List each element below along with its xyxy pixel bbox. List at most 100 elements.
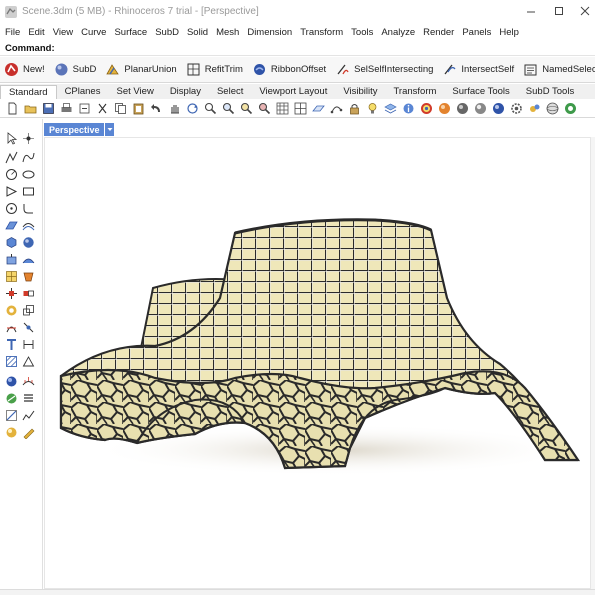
- planarunion-button[interactable]: PlanarUnion: [101, 60, 181, 80]
- minimize-icon[interactable]: [524, 4, 538, 18]
- split-icon[interactable]: [22, 321, 35, 334]
- menu-edit[interactable]: Edit: [24, 27, 48, 38]
- select-arrow-icon[interactable]: [5, 132, 18, 145]
- box-icon[interactable]: [5, 236, 18, 249]
- new-file-icon[interactable]: [6, 102, 19, 115]
- text-icon[interactable]: [5, 338, 18, 351]
- offset-curve-icon[interactable]: [22, 219, 35, 232]
- menu-render[interactable]: Render: [419, 27, 458, 38]
- menu-dimension[interactable]: Dimension: [243, 27, 296, 38]
- help-icon[interactable]: [564, 102, 577, 115]
- properties-icon[interactable]: [402, 102, 415, 115]
- tab-visibility[interactable]: Visibility: [335, 85, 385, 99]
- material-sphere-icon[interactable]: [492, 102, 505, 115]
- pan-hand-icon[interactable]: [168, 102, 181, 115]
- loft-icon[interactable]: [22, 253, 35, 266]
- render-icon[interactable]: [438, 102, 451, 115]
- select-points-icon[interactable]: [330, 102, 343, 115]
- zoom-window-icon[interactable]: [222, 102, 235, 115]
- copy-icon[interactable]: [114, 102, 127, 115]
- menu-transform[interactable]: Transform: [296, 27, 347, 38]
- drafting-icon[interactable]: [22, 426, 35, 439]
- menu-mesh[interactable]: Mesh: [212, 27, 243, 38]
- maximize-icon[interactable]: [552, 4, 566, 18]
- tab-viewport-layout[interactable]: Viewport Layout: [251, 85, 335, 99]
- perspective-viewport[interactable]: [44, 137, 591, 589]
- save-icon[interactable]: [42, 102, 55, 115]
- rotate-icon[interactable]: [5, 304, 18, 317]
- grid-icon[interactable]: [276, 102, 289, 115]
- rendered-sphere-icon[interactable]: [474, 102, 487, 115]
- trim-icon[interactable]: [5, 321, 18, 334]
- open-folder-icon[interactable]: [24, 102, 37, 115]
- arc-icon[interactable]: [5, 202, 18, 215]
- surface-from-curves-icon[interactable]: [5, 219, 18, 232]
- mesh-icon[interactable]: [5, 270, 18, 283]
- curve-icon[interactable]: [22, 151, 35, 164]
- point-icon[interactable]: [22, 132, 35, 145]
- block-icon[interactable]: [22, 355, 35, 368]
- subd-button[interactable]: SubD: [50, 60, 102, 80]
- circle-icon[interactable]: [5, 168, 18, 181]
- undo-icon[interactable]: [150, 102, 163, 115]
- zoom-selected-icon[interactable]: [258, 102, 271, 115]
- sphere-icon[interactable]: [546, 102, 559, 115]
- rendering-icon[interactable]: [5, 426, 18, 439]
- command-line[interactable]: Command:: [0, 41, 595, 56]
- subd-box-icon[interactable]: [22, 270, 35, 283]
- analyze-sphere-icon[interactable]: [5, 375, 18, 388]
- import-icon[interactable]: [78, 102, 91, 115]
- tab-cplanes[interactable]: CPlanes: [57, 85, 109, 99]
- layers-icon[interactable]: [384, 102, 397, 115]
- ribbonoffset-button[interactable]: RibbonOffset: [248, 60, 331, 80]
- polygon-icon[interactable]: [5, 185, 18, 198]
- move-icon[interactable]: [5, 287, 18, 300]
- menu-file[interactable]: File: [0, 27, 24, 38]
- tab-subd-tools[interactable]: SubD Tools: [518, 85, 582, 99]
- menu-tools[interactable]: Tools: [347, 27, 377, 38]
- menu-surface[interactable]: Surface: [110, 27, 151, 38]
- zebra-icon[interactable]: [22, 392, 35, 405]
- color-wheel-icon[interactable]: [420, 102, 433, 115]
- cplane-icon[interactable]: [312, 102, 325, 115]
- tab-transform[interactable]: Transform: [385, 85, 444, 99]
- options-gear-icon[interactable]: [510, 102, 523, 115]
- menu-view[interactable]: View: [49, 27, 77, 38]
- light-bulb-icon[interactable]: [366, 102, 379, 115]
- cage-edit-icon[interactable]: [5, 409, 18, 422]
- tab-surface-tools[interactable]: Surface Tools: [444, 85, 517, 99]
- viewport-tab-dropdown[interactable]: [104, 123, 114, 136]
- zoom-extents-icon[interactable]: [240, 102, 253, 115]
- namedselection-button[interactable]: NamedSelection: [519, 60, 595, 80]
- ellipse-icon[interactable]: [22, 168, 35, 181]
- flow-icon[interactable]: [22, 409, 35, 422]
- viewport-tab-perspective[interactable]: Perspective: [44, 123, 105, 136]
- rotate-view-icon[interactable]: [186, 102, 199, 115]
- paste-icon[interactable]: [132, 102, 145, 115]
- hatch-icon[interactable]: [5, 355, 18, 368]
- zoom-dynamic-icon[interactable]: [204, 102, 217, 115]
- cut-icon[interactable]: [96, 102, 109, 115]
- selselfintersecting-button[interactable]: SelSelfIntersecting: [331, 60, 438, 80]
- menu-subd[interactable]: SubD: [151, 27, 183, 38]
- rectangle-icon[interactable]: [22, 185, 35, 198]
- curvature-icon[interactable]: [22, 375, 35, 388]
- sphere-solid-icon[interactable]: [22, 236, 35, 249]
- dimension-icon[interactable]: [22, 338, 35, 351]
- tab-standard[interactable]: Standard: [0, 85, 57, 99]
- menu-analyze[interactable]: Analyze: [377, 27, 419, 38]
- copy-object-icon[interactable]: [22, 287, 35, 300]
- scale-icon[interactable]: [22, 304, 35, 317]
- plugin-icon[interactable]: [528, 102, 541, 115]
- menu-solid[interactable]: Solid: [183, 27, 212, 38]
- tab-select[interactable]: Select: [209, 85, 251, 99]
- lock-icon[interactable]: [348, 102, 361, 115]
- new-button[interactable]: New!: [0, 60, 50, 80]
- print-icon[interactable]: [60, 102, 73, 115]
- polyline-icon[interactable]: [5, 151, 18, 164]
- extrude-icon[interactable]: [5, 253, 18, 266]
- fillet-icon[interactable]: [22, 202, 35, 215]
- tab-set-view[interactable]: Set View: [108, 85, 161, 99]
- refittrim-button[interactable]: RefitTrim: [182, 60, 248, 80]
- draft-angle-icon[interactable]: [5, 392, 18, 405]
